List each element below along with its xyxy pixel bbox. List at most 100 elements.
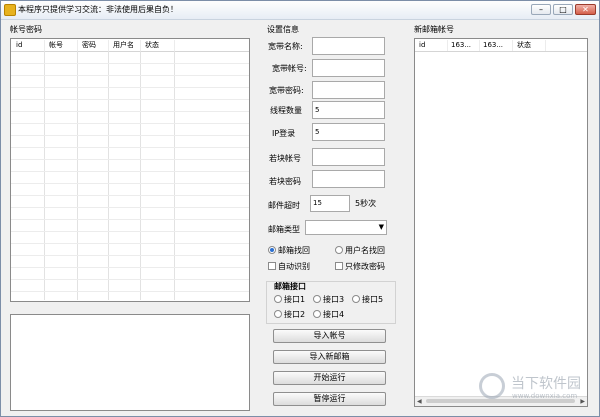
- only-change-password-label: 只修改密码: [345, 262, 385, 271]
- column-divider: [447, 40, 448, 51]
- settings-label: 设置信息: [267, 25, 299, 34]
- column-divider: [108, 40, 109, 51]
- interface-1-label: 接口1: [284, 295, 306, 304]
- interface-3-label: 接口3: [323, 295, 345, 304]
- close-button[interactable]: ✕: [575, 4, 596, 15]
- thread-count-input[interactable]: 5: [312, 101, 385, 119]
- accounts-table[interactable]: id 帐号 密码 用户名 状态: [10, 38, 250, 302]
- broadband-name-input[interactable]: [312, 37, 385, 55]
- watermark-logo: [479, 373, 505, 399]
- broadband-account-input[interactable]: [312, 59, 385, 77]
- grid-line: [11, 111, 249, 112]
- interface-4-label: 接口4: [323, 310, 345, 319]
- mail-timeout-input[interactable]: 15: [310, 195, 350, 212]
- broadband-password-input[interactable]: [312, 81, 385, 99]
- interface-2-label: 接口2: [284, 310, 306, 319]
- interface-5-radio[interactable]: [352, 295, 360, 303]
- column-divider: [174, 40, 175, 51]
- grid-line: [11, 99, 249, 100]
- grid-line: [11, 195, 249, 196]
- retrieve-by-mailbox-radio[interactable]: [268, 246, 276, 254]
- interface-2-radio[interactable]: [274, 310, 282, 318]
- accounts-col-password[interactable]: 密码: [82, 40, 96, 51]
- mail-interface-label: 邮箱接口: [274, 281, 306, 291]
- fast-password-label: 若块密码: [269, 177, 301, 186]
- app-icon: [4, 4, 16, 16]
- mail-timeout-unit: 5秒次: [355, 199, 377, 208]
- accounts-panel-label: 帐号密码: [10, 25, 42, 34]
- column-divider: [479, 40, 480, 51]
- app-window: 本程序只提供学习交流：非法使用后果自负！ – □ ✕ 帐号密码 id 帐号 密码…: [0, 0, 600, 417]
- fast-account-input[interactable]: [312, 148, 385, 166]
- grid-line: [77, 51, 78, 300]
- column-divider: [512, 40, 513, 51]
- close-icon: ✕: [582, 5, 589, 14]
- grid-line: [11, 147, 249, 148]
- interface-1-radio[interactable]: [274, 295, 282, 303]
- pause-button[interactable]: 暂停运行: [273, 392, 386, 406]
- new-mail-table[interactable]: id 163... 163... 状态 ◀ ▶: [414, 38, 588, 407]
- fast-password-input[interactable]: [312, 170, 385, 188]
- grid-line: [11, 207, 249, 208]
- mail-interface-group: 邮箱接口 接口1 接口3 接口5 接口2 接口4: [266, 281, 396, 324]
- mailbox-type-label: 邮箱类型: [268, 225, 300, 234]
- mailbox-type-select[interactable]: ▼: [305, 220, 387, 235]
- column-divider: [77, 40, 78, 51]
- import-accounts-button[interactable]: 导入帐号: [273, 329, 386, 343]
- column-divider: [44, 40, 45, 51]
- ip-login-input[interactable]: 5: [312, 123, 385, 141]
- new-mail-col-163-a[interactable]: 163...: [451, 40, 471, 51]
- grid-line: [11, 87, 249, 88]
- grid-line: [11, 63, 249, 64]
- grid-line: [11, 159, 249, 160]
- auto-recognize-label: 自动识别: [278, 262, 310, 271]
- grid-line: [44, 51, 45, 300]
- new-mail-col-status[interactable]: 状态: [517, 40, 531, 51]
- broadband-password-label: 宽带密码:: [269, 86, 304, 95]
- grid-line: [11, 231, 249, 232]
- retrieve-by-username-radio[interactable]: [335, 246, 343, 254]
- only-change-password-checkbox[interactable]: [335, 262, 343, 270]
- maximize-button[interactable]: □: [553, 4, 573, 15]
- auto-recognize-checkbox[interactable]: [268, 262, 276, 270]
- grid-line: [11, 135, 249, 136]
- import-new-mailbox-button[interactable]: 导入新邮箱: [273, 350, 386, 364]
- accounts-col-status[interactable]: 状态: [145, 40, 159, 51]
- broadband-name-label: 宽带名称:: [268, 42, 303, 51]
- retrieve-by-username-label: 用户名找回: [345, 246, 385, 255]
- grid-line: [11, 255, 249, 256]
- maximize-icon: □: [559, 5, 567, 14]
- minimize-icon: –: [539, 5, 543, 14]
- mail-timeout-label: 邮件超时: [268, 201, 300, 210]
- column-divider: [545, 40, 546, 51]
- interface-4-radio[interactable]: [313, 310, 321, 318]
- watermark: 当下软件园 www.downxia.com: [479, 369, 600, 415]
- accounts-col-account[interactable]: 帐号: [49, 40, 63, 51]
- accounts-col-id[interactable]: id: [16, 40, 22, 51]
- scroll-left-icon[interactable]: ◀: [417, 398, 422, 405]
- new-mail-col-163-b[interactable]: 163...: [483, 40, 503, 51]
- new-mail-col-id[interactable]: id: [419, 40, 425, 51]
- grid-line: [11, 219, 249, 220]
- watermark-subtext: www.downxia.com: [512, 392, 578, 400]
- thread-count-label: 线程数量: [270, 106, 302, 115]
- chevron-down-icon: ▼: [378, 223, 384, 231]
- grid-line: [11, 279, 249, 280]
- header-divider: [415, 51, 587, 52]
- grid-line: [11, 291, 249, 292]
- grid-line: [11, 243, 249, 244]
- header-divider: [11, 51, 249, 52]
- interface-3-radio[interactable]: [313, 295, 321, 303]
- interface-5-label: 接口5: [362, 295, 384, 304]
- minimize-button[interactable]: –: [531, 4, 551, 15]
- ip-login-label: IP登录: [272, 129, 296, 138]
- title-bar: 本程序只提供学习交流：非法使用后果自负！ – □ ✕: [1, 1, 599, 20]
- broadband-account-label: 宽带帐号:: [272, 64, 307, 73]
- log-textbox[interactable]: [10, 314, 250, 411]
- grid-line: [11, 171, 249, 172]
- accounts-col-username[interactable]: 用户名: [113, 40, 134, 51]
- watermark-text: 当下软件园: [511, 376, 581, 392]
- grid-line: [11, 267, 249, 268]
- start-button[interactable]: 开始运行: [273, 371, 386, 385]
- retrieve-by-mailbox-label: 邮箱找回: [278, 246, 310, 255]
